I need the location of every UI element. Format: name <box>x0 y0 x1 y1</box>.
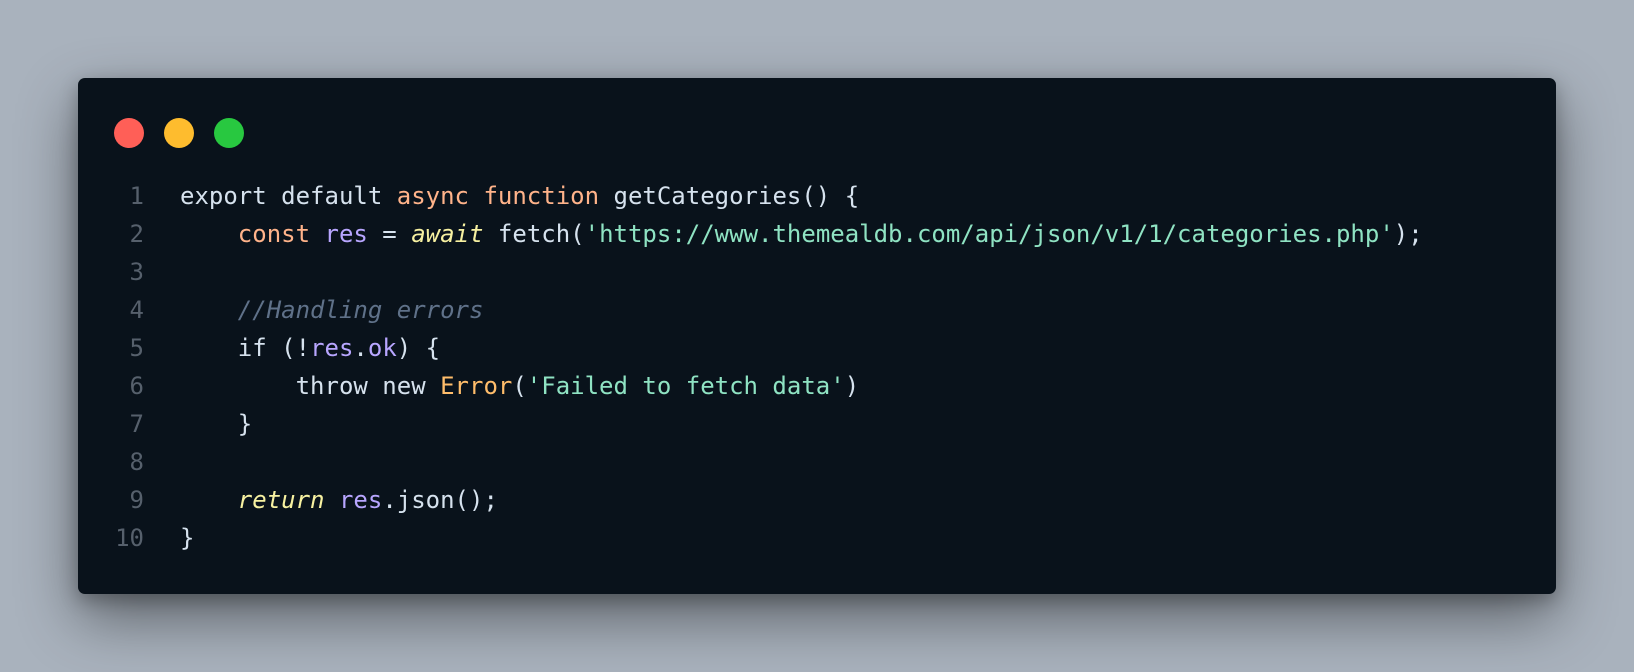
line-source: const res = await fetch('https://www.the… <box>144 215 1423 253</box>
code-token: Error <box>440 372 513 400</box>
minimize-button[interactable] <box>164 118 194 148</box>
code-token: .json(); <box>382 486 498 514</box>
line-source: } <box>144 519 194 557</box>
code-window: 1 export default async function getCatego… <box>78 78 1556 594</box>
code-line: 5 if (!res.ok) { <box>78 329 1556 367</box>
line-number: 6 <box>129 372 144 400</box>
code-token: if <box>237 334 267 362</box>
code-token: fetch( <box>483 220 585 248</box>
code-token: function <box>483 182 614 210</box>
zoom-button[interactable] <box>214 118 244 148</box>
code-token: ) <box>844 372 860 400</box>
code-token: ( <box>512 372 527 400</box>
line-source: //Handling errors <box>144 291 484 329</box>
code-line: 6 throw new Error('Failed to fetch data'… <box>78 367 1556 405</box>
line-source: } <box>144 405 252 443</box>
code-line: 4 //Handling errors <box>78 291 1556 329</box>
code-token: res <box>310 334 354 362</box>
code-line: 10} <box>78 519 1556 557</box>
close-button[interactable] <box>114 118 144 148</box>
line-number: 3 <box>129 258 144 286</box>
line-source: throw new Error('Failed to fetch data') <box>144 367 860 405</box>
code-token: 'https://www.themealdb.com/api/json/v1/1… <box>584 220 1394 248</box>
line-number: 2 <box>129 220 144 248</box>
line-source: if (!res.ok) { <box>144 329 440 367</box>
line-number: 7 <box>129 410 144 438</box>
code-token: ok <box>367 334 397 362</box>
code-token: default <box>281 182 397 210</box>
line-number: 8 <box>129 448 144 476</box>
code-token: getCategories <box>613 182 802 210</box>
code-token: //Handling errors <box>237 296 484 324</box>
line-source <box>144 443 180 481</box>
code-token: ) { <box>396 334 441 362</box>
window-controls <box>114 118 244 148</box>
code-token: (! <box>266 334 311 362</box>
code-token: await <box>411 220 484 248</box>
code-line: 2 const res = await fetch('https://www.t… <box>78 215 1556 253</box>
line-source: export default async function getCategor… <box>144 177 859 215</box>
code-token: const <box>237 220 325 248</box>
code-token: export <box>180 182 282 210</box>
code-line: 9 return res.json(); <box>78 481 1556 519</box>
code-token: } <box>180 524 195 552</box>
code-line: 1 export default async function getCatego… <box>78 177 1556 215</box>
code-line: 3 <box>78 253 1556 291</box>
code-token: . <box>353 334 368 362</box>
code-token: res <box>324 220 368 248</box>
code-token: async <box>396 182 484 210</box>
line-source <box>144 253 180 291</box>
code-token: } <box>180 410 253 438</box>
line-number: 5 <box>129 334 144 362</box>
code-block: 1 export default async function getCatego… <box>78 177 1556 557</box>
code-token: new <box>382 372 441 400</box>
code-line: 7 } <box>78 405 1556 443</box>
code-token: = <box>367 220 412 248</box>
line-number: 4 <box>129 296 144 324</box>
code-line: 8 <box>78 443 1556 481</box>
code-token: () { <box>801 182 860 210</box>
line-source: return res.json(); <box>144 481 498 519</box>
line-number: 1 <box>129 182 144 210</box>
code-token: 'Failed to fetch data' <box>526 372 845 400</box>
code-token: res <box>338 486 383 514</box>
code-token: ); <box>1393 220 1423 248</box>
line-number: 9 <box>129 486 144 514</box>
code-token: return <box>237 486 325 514</box>
line-number: 10 <box>115 524 144 552</box>
code-token: throw <box>295 372 383 400</box>
